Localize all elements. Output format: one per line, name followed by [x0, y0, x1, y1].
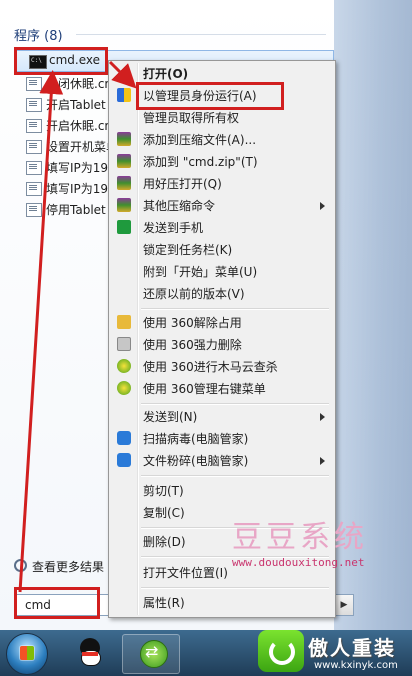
start-button[interactable] [6, 633, 48, 675]
menu-item-copy[interactable]: 复制(C) [143, 503, 185, 523]
batch-file-icon [26, 76, 42, 91]
winrar-icon [117, 198, 131, 212]
watermark-site-name: 豆豆系统 [232, 520, 368, 555]
batch-file-icon [26, 160, 42, 175]
watermark-logo-url: www.kxinyk.com [314, 660, 398, 671]
search-icon [14, 559, 27, 572]
menu-item-cut[interactable]: 剪切(T) [143, 481, 184, 501]
menu-item-add-zip[interactable]: 添加到 "cmd.zip"(T) [143, 152, 258, 172]
menu-icon-gutter [137, 63, 139, 615]
section-divider [76, 34, 326, 35]
menu-item-360-manage[interactable]: 使用 360管理右键菜单 [143, 379, 266, 399]
submenu-arrow-icon [320, 202, 325, 210]
menu-separator [141, 308, 329, 310]
menu-separator [141, 587, 329, 589]
search-submit-button[interactable]: ▶ [334, 594, 354, 616]
menu-item-delete[interactable]: 删除(D) [143, 532, 186, 552]
winrar-icon [117, 132, 131, 146]
program-item[interactable]: 填写IP为19 [26, 158, 116, 178]
menu-item-shred-file[interactable]: 文件粉碎(电脑管家) [143, 451, 248, 471]
program-item[interactable]: 开启Tablet [26, 95, 116, 115]
batch-file-icon [26, 118, 42, 133]
menu-item-scan-virus[interactable]: 扫描病毒(电脑管家) [143, 429, 248, 449]
program-label: 设置开机菜单 [46, 140, 116, 154]
browser-app-icon[interactable] [140, 640, 168, 668]
batch-file-icon [26, 139, 42, 154]
menu-item-360-scan[interactable]: 使用 360进行木马云查杀 [143, 357, 278, 377]
menu-item-send-to[interactable]: 发送到(N) [143, 407, 197, 427]
winrar-icon [117, 176, 131, 190]
tencent-shield-icon [117, 453, 131, 467]
program-label: 填写IP为19 [46, 182, 109, 196]
360-manage-icon [117, 381, 131, 395]
menu-item-send-to-phone[interactable]: 发送到手机 [143, 218, 203, 238]
menu-item-properties[interactable]: 属性(R) [143, 593, 185, 613]
program-item[interactable]: 关闭休眠.cmd [26, 74, 116, 94]
menu-item-other-compress[interactable]: 其他压缩命令 [143, 196, 215, 216]
submenu-arrow-icon [320, 457, 325, 465]
qq-scarf [82, 652, 98, 656]
see-more-results-link[interactable]: 查看更多结果 [14, 558, 104, 575]
batch-file-icon [26, 202, 42, 217]
batch-file-icon [26, 181, 42, 196]
menu-item-add-archive[interactable]: 添加到压缩文件(A)... [143, 130, 256, 150]
program-label: 关闭休眠.cmd [46, 77, 116, 91]
menu-item-take-ownership[interactable]: 管理员取得所有权 [143, 108, 239, 128]
menu-separator [141, 403, 329, 405]
windows-logo-icon [20, 646, 34, 660]
site-logo-icon [258, 630, 304, 672]
tencent-shield-icon [117, 431, 131, 445]
programs-section-title: 程序 (8) [14, 29, 63, 44]
watermark-site-url: www.doudouxitong.net [232, 556, 365, 569]
menu-separator [141, 475, 329, 477]
highlight-search-box [14, 587, 100, 619]
batch-file-icon [26, 97, 42, 112]
program-label: 开启休眠.cmd [46, 119, 116, 133]
program-item[interactable]: 填写IP为19 [26, 179, 116, 199]
menu-item-open[interactable]: 打开(O) [143, 64, 188, 84]
menu-item-360-delete[interactable]: 使用 360强力删除 [143, 335, 242, 355]
program-item[interactable]: 设置开机菜单 [26, 137, 116, 157]
program-item[interactable]: 停用Tablet [26, 200, 116, 220]
menu-item-restore-versions[interactable]: 还原以前的版本(V) [143, 284, 245, 304]
menu-item-pin-taskbar[interactable]: 锁定到任务栏(K) [143, 240, 232, 260]
phone-icon [117, 220, 131, 234]
360-delete-icon [117, 337, 131, 351]
highlight-run-as-admin [136, 82, 284, 110]
program-label: 填写IP为19 [46, 161, 109, 175]
program-item[interactable]: 开启休眠.cmd [26, 116, 116, 136]
program-label: 开启Tablet [46, 98, 106, 112]
qq-penguin-icon[interactable] [76, 638, 104, 668]
360-unlock-icon [117, 315, 131, 329]
menu-item-open-location[interactable]: 打开文件位置(I) [143, 563, 228, 583]
menu-item-pin-start[interactable]: 附到「开始」菜单(U) [143, 262, 257, 282]
menu-item-open-haozip[interactable]: 用好压打开(Q) [143, 174, 222, 194]
menu-item-360-unlock[interactable]: 使用 360解除占用 [143, 313, 242, 333]
winrar-icon [117, 154, 131, 168]
highlight-cmd-exe [14, 47, 108, 75]
uac-shield-icon [117, 88, 131, 102]
program-label: 停用Tablet [46, 203, 106, 217]
submenu-arrow-icon [320, 413, 325, 421]
watermark-logo-text: 傲人重装 [308, 636, 396, 660]
see-more-label: 查看更多结果 [32, 560, 105, 574]
360-scan-icon [117, 359, 131, 373]
